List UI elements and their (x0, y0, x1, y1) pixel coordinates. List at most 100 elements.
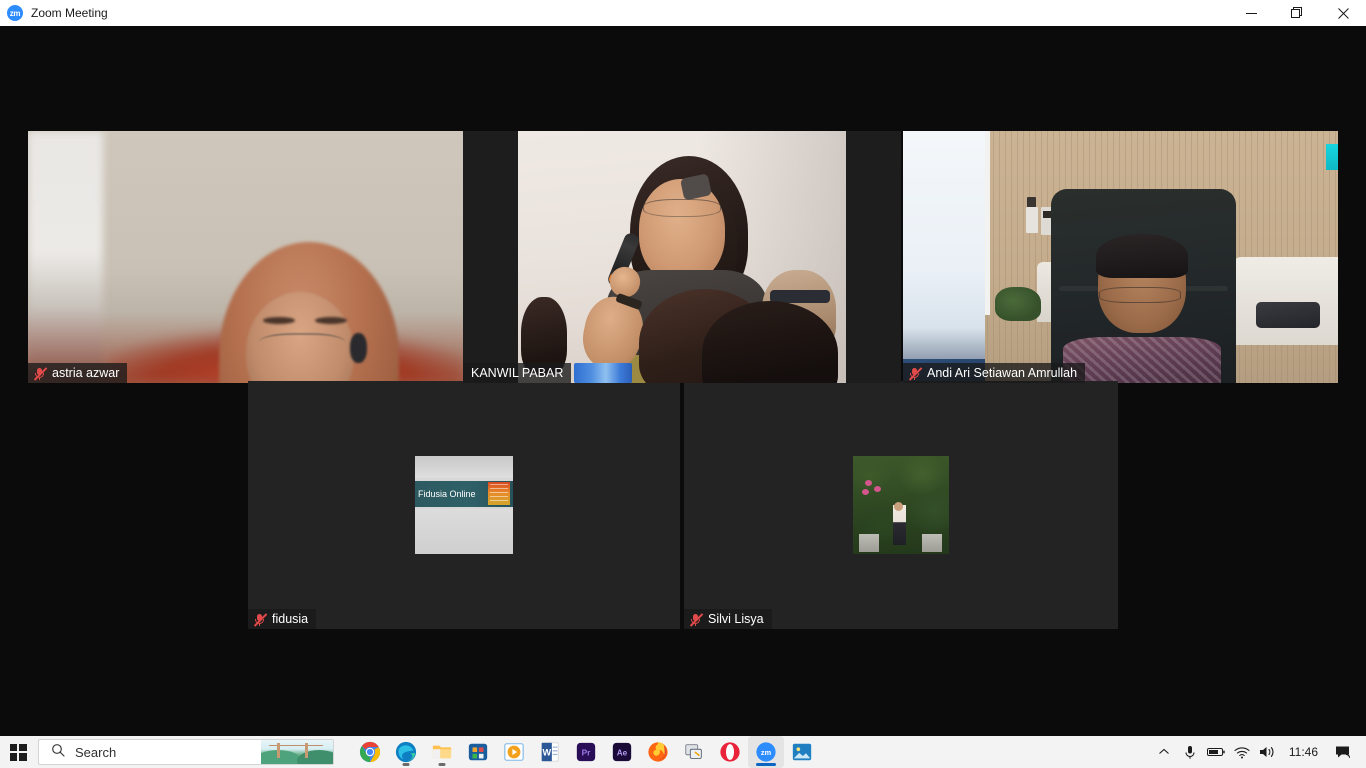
avatar-logo (488, 482, 510, 505)
restore-button[interactable] (1274, 0, 1320, 26)
taskbar-app-google-chrome[interactable] (352, 736, 388, 768)
table-bottles (573, 363, 632, 383)
taskbar-app-microsoft-store[interactable] (460, 736, 496, 768)
zoom-icon: zm (756, 742, 776, 762)
video-feed (518, 131, 846, 383)
edge-icon (395, 741, 417, 763)
search-input[interactable]: Search (38, 739, 334, 765)
taskbar-app-opera-browser[interactable] (712, 736, 748, 768)
premiere-pro-icon: Pr (576, 742, 596, 762)
avatar-planter-right (922, 534, 943, 553)
chrome-icon (359, 741, 381, 763)
person-hair (1096, 234, 1188, 279)
letterbox-right (846, 131, 901, 383)
participant-name-badge: KANWIL PABAR (463, 363, 572, 383)
system-tray: 11:46 (1151, 736, 1366, 768)
microphone-icon[interactable] (1177, 736, 1203, 768)
taskbar-app-file-explorer[interactable] (424, 736, 460, 768)
taskbar-clock[interactable]: 11:46 (1281, 736, 1326, 768)
taskbar-app-microsoft-word[interactable]: W (532, 736, 568, 768)
snipping-tool-icon (685, 744, 702, 759)
after-effects-icon: Ae (612, 742, 632, 762)
mic-muted-icon (689, 612, 704, 627)
avatar-flower (861, 489, 869, 496)
letterbox-left (463, 131, 518, 383)
bridge-thumbnail[interactable] (261, 740, 333, 764)
volume-icon[interactable] (1255, 736, 1281, 768)
avatar-ceiling (415, 456, 513, 478)
avatar-signage-text: Fidusia Online (418, 489, 476, 500)
window-title-bar: zm Zoom Meeting (0, 0, 1366, 26)
background-cyan-accent (1326, 143, 1338, 170)
window-controls (1228, 0, 1366, 26)
mic-muted-icon (908, 366, 923, 381)
avatar (853, 456, 949, 554)
svg-text:zm: zm (761, 748, 772, 757)
taskbar-app-zoom[interactable]: zm (748, 736, 784, 768)
taskbar-app-mozilla-firefox[interactable] (640, 736, 676, 768)
svg-text:W: W (542, 748, 551, 758)
photos-icon (792, 743, 812, 761)
word-icon: W (541, 742, 559, 762)
avatar-person (893, 505, 907, 545)
background-panel (28, 131, 103, 383)
window-title: Zoom Meeting (31, 6, 108, 20)
participant-tile-fidusia[interactable]: Fidusia Online fidusia (248, 381, 680, 629)
taskbar-app-adobe-premiere-pro[interactable]: Pr (568, 736, 604, 768)
participant-name: Silvi Lisya (708, 612, 764, 626)
avatar-wall (415, 508, 513, 554)
participant-name-badge: fidusia (248, 609, 317, 629)
avatar: Fidusia Online (415, 456, 513, 554)
taskbar-app-snipping-tool[interactable] (676, 736, 712, 768)
mic-muted-icon (253, 612, 268, 627)
svg-text:Pr: Pr (582, 749, 592, 758)
mic-muted-icon (33, 366, 48, 381)
participant-name: KANWIL PABAR (471, 366, 564, 380)
avatar-flower (865, 479, 873, 486)
participant-tile-andi-ari-setiawan-amrullah[interactable]: Andi Ari Setiawan Amrullah (903, 131, 1338, 383)
folder-icon (432, 745, 452, 759)
firefox-icon (648, 742, 668, 762)
taskbar-app-adobe-after-effects[interactable]: Ae (604, 736, 640, 768)
wall-panel-two (1026, 206, 1038, 233)
participant-tile-astria-azwar[interactable]: astria azwar (28, 131, 463, 383)
zoom-icon: zm (7, 5, 23, 21)
background-sofa-right (1233, 257, 1338, 345)
participant-name: fidusia (272, 612, 309, 626)
store-icon (468, 743, 488, 761)
participant-name: Andi Ari Setiawan Amrullah (927, 366, 1078, 380)
chevron-up-icon[interactable] (1151, 736, 1177, 768)
wifi-icon[interactable] (1229, 736, 1255, 768)
media-player-icon (504, 743, 524, 761)
battery-icon[interactable] (1203, 736, 1229, 768)
background-window (903, 131, 985, 383)
background-bags (1256, 302, 1320, 329)
search-icon (51, 743, 65, 762)
participant-name-badge: Silvi Lisya (684, 609, 772, 629)
close-button[interactable] (1320, 0, 1366, 26)
windows-taskbar: Search W Pr Ae zm 11:46 (0, 736, 1366, 768)
person-glasses (1099, 287, 1181, 304)
notification-icon[interactable] (1326, 736, 1360, 768)
person-glasses (258, 332, 345, 355)
participant-name: astria azwar (52, 366, 120, 380)
participant-tile-silvi-lisya[interactable]: Silvi Lisya (684, 381, 1118, 629)
avatar-planter-left (858, 534, 879, 553)
person-earphone (350, 332, 368, 363)
search-placeholder: Search (75, 744, 117, 760)
participant-name-badge: astria azwar (28, 363, 128, 383)
taskbar-app-microsoft-edge[interactable] (388, 736, 424, 768)
minimize-button[interactable] (1228, 0, 1274, 26)
background-plant (995, 287, 1041, 322)
participant-name-badge: Andi Ari Setiawan Amrullah (903, 363, 1086, 383)
windows-start-icon[interactable] (0, 736, 36, 768)
taskbar-app-buttons: W Pr Ae zm (352, 736, 820, 768)
gallery-view-stage: astria azwar KANWIL PABAR Andi Ari Setia… (0, 26, 1366, 738)
opera-icon (720, 742, 740, 762)
taskbar-app-photos-gallery[interactable] (784, 736, 820, 768)
taskbar-app-media-player[interactable] (496, 736, 532, 768)
window-frame (985, 131, 990, 315)
svg-text:Ae: Ae (617, 749, 628, 758)
participant-tile-kanwil-pabar[interactable]: KANWIL PABAR (463, 131, 901, 383)
person-shirt (1063, 337, 1221, 383)
